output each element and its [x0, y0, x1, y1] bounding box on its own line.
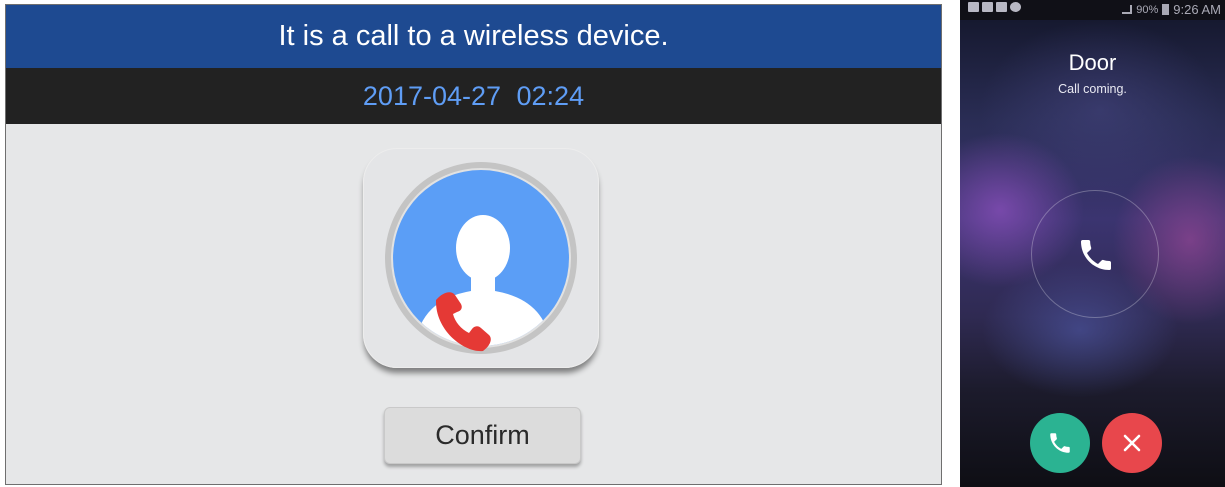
- caller-status: Call coming.: [1058, 82, 1127, 96]
- notification-icon: [1010, 2, 1021, 12]
- notification-icon: [982, 2, 993, 12]
- notification-icons: [968, 2, 1021, 12]
- phone-icon: [1050, 433, 1070, 453]
- status-indicators: 90% 9:26 AM: [1122, 2, 1221, 17]
- close-icon: [1123, 434, 1141, 452]
- caller-name: Door: [1068, 50, 1117, 75]
- incoming-call-ring: [1031, 190, 1159, 318]
- clock: 9:26 AM: [1173, 2, 1221, 17]
- phone-screen: 90% 9:26 AM Door Call coming.: [960, 0, 1225, 487]
- call-datetime: 2017-04-27 02:24: [362, 80, 585, 111]
- notification-icon: [996, 2, 1007, 12]
- monitor-screen: It is a call to a wireless device. 2017-…: [5, 4, 942, 485]
- date-bar: 2017-04-27 02:24: [6, 68, 941, 124]
- signal-icon: [1122, 5, 1133, 14]
- notification-icon: [968, 2, 979, 12]
- call-title: It is a call to a wireless device.: [278, 20, 669, 52]
- answer-call-button[interactable]: [1030, 413, 1090, 473]
- battery-level: 90%: [1136, 3, 1159, 16]
- caller-avatar-tile: [363, 148, 599, 368]
- confirm-label: Confirm: [435, 420, 530, 450]
- phone-icon: [1081, 240, 1111, 270]
- status-bar: 90% 9:26 AM: [960, 0, 1225, 20]
- confirm-button[interactable]: Confirm: [384, 407, 581, 464]
- battery-icon: [1162, 4, 1170, 15]
- caller-avatar-icon: [385, 162, 577, 354]
- title-bar: It is a call to a wireless device.: [6, 5, 941, 68]
- decline-call-button[interactable]: [1102, 413, 1162, 473]
